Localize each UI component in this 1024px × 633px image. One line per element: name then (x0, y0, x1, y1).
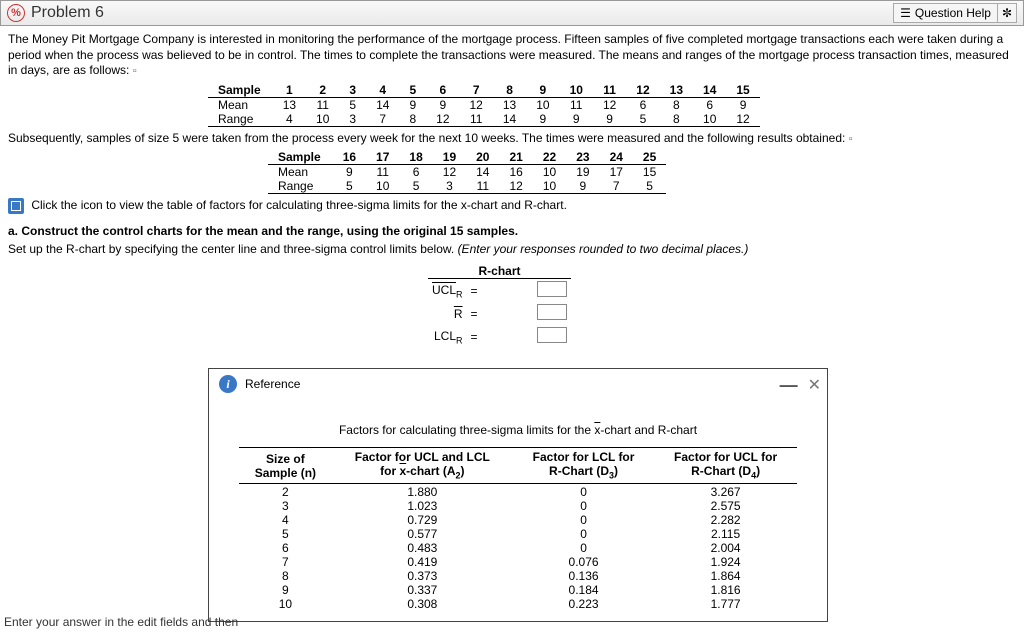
table-row: 90.3370.1841.816 (239, 583, 797, 597)
col-header: Factor for UCL forR-Chart (D4) (654, 448, 797, 483)
settings-icon[interactable] (997, 3, 1017, 23)
factor-table: Size ofSample (n) Factor for UCL and LCL… (239, 447, 797, 610)
reference-panel: i Reference — ✕ Factors for calculating … (208, 368, 828, 621)
intro-paragraph: The Money Pit Mortgage Company is intere… (8, 32, 1016, 79)
list-icon (900, 6, 911, 20)
part-a-label: a. Construct the control charts for the … (8, 224, 1016, 238)
r-input[interactable] (537, 304, 567, 320)
question-help-button[interactable]: Question Help (893, 3, 998, 23)
header-bar: % Problem 6 Question Help (0, 0, 1024, 26)
problem-icon: % (7, 4, 25, 22)
r-label: R (428, 302, 467, 325)
table-row: 50.57702.115 (239, 527, 797, 541)
table-link-icon[interactable] (8, 198, 24, 214)
content-area: The Money Pit Mortgage Company is intere… (0, 26, 1024, 628)
table-row: 31.02302.575 (239, 499, 797, 513)
subsequent-paragraph: Subsequently, samples of size 5 were tak… (8, 131, 1016, 147)
link-text: Click the icon to view the table of fact… (31, 199, 567, 213)
minimize-icon[interactable]: — (780, 375, 798, 396)
help-label: Question Help (915, 6, 991, 20)
lcl-input[interactable] (537, 327, 567, 343)
table-row: Range 410378121114999581012 (208, 112, 760, 127)
sample-table-2: Sample 16171819202122232425 Mean 9116121… (268, 150, 666, 194)
table-row: Mean 911612141610191715 (268, 165, 666, 180)
reference-caption: Factors for calculating three-sigma limi… (239, 423, 797, 437)
table-row: Sample 16171819202122232425 (268, 150, 666, 165)
problem-title: Problem 6 (31, 4, 104, 22)
info-icon: i (219, 375, 237, 393)
col-header: Factor for LCL forR-Chart (D3) (513, 448, 654, 483)
sample-table-1: Sample 123456789101112131415 Mean 131151… (208, 83, 760, 127)
table-row: Range 51053111210975 (268, 179, 666, 194)
image-indicator-icon[interactable]: ▫ (849, 133, 853, 145)
table-row: 40.72902.282 (239, 513, 797, 527)
setup-text: Set up the R-chart by specifying the cen… (8, 242, 1016, 256)
table-row: Sample 123456789101112131415 (208, 83, 760, 98)
rchart-inputs: R-chart UCLR = R = LCLR = (428, 264, 1016, 348)
reference-title: Reference (245, 377, 300, 391)
table-row: 60.48302.004 (239, 541, 797, 555)
footer-hint: Enter your answer in the edit fields and… (4, 615, 238, 629)
rchart-title: R-chart (467, 264, 533, 279)
close-icon[interactable]: ✕ (808, 375, 821, 396)
lcl-label: LCLR (428, 325, 467, 348)
ucl-label: UCLR (428, 279, 467, 303)
table-row: 21.88003.267 (239, 483, 797, 499)
table-row: Mean 13115149912131011126869 (208, 97, 760, 112)
table-row: 80.3730.1361.864 (239, 569, 797, 583)
col-header: Factor for UCL and LCLfor x-chart (A2) (332, 448, 513, 483)
col-header: Size ofSample (n) (239, 448, 332, 483)
image-indicator-icon[interactable]: ▫ (133, 65, 137, 77)
table-row: 70.4190.0761.924 (239, 555, 797, 569)
link-line: Click the icon to view the table of fact… (8, 198, 1016, 214)
table-row: 100.3080.2231.777 (239, 597, 797, 611)
ucl-input[interactable] (537, 281, 567, 297)
